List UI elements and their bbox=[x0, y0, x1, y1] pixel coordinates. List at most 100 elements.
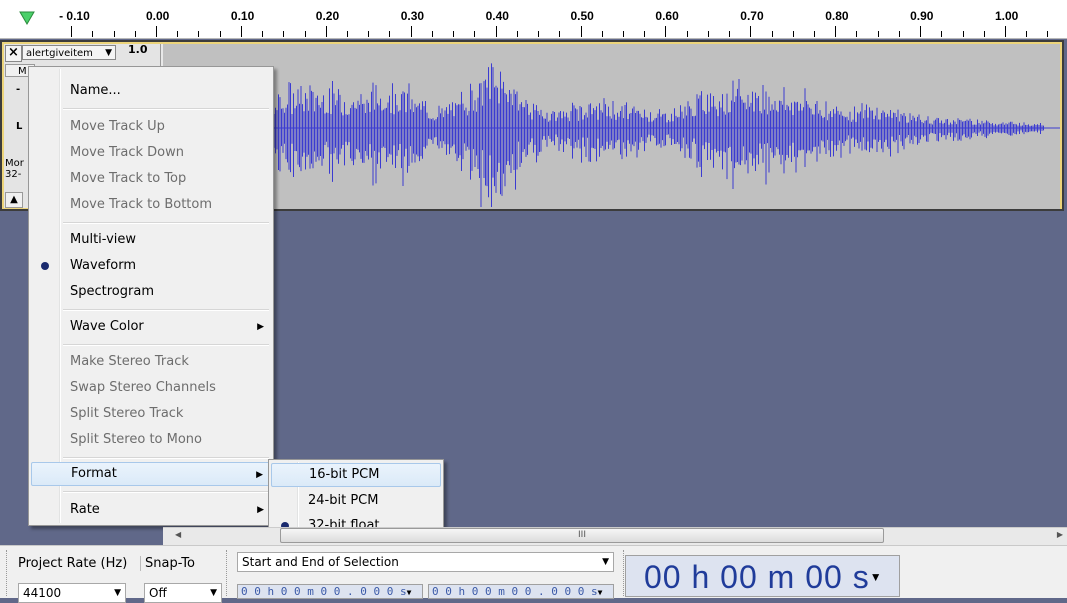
selection-start-value: 0 0 h 0 0 m 0 0 . 0 0 0 s bbox=[241, 585, 407, 598]
ruler-major-tick bbox=[920, 26, 922, 37]
track-info-line-1: Mor bbox=[5, 158, 24, 169]
pan-slider-left[interactable]: L bbox=[16, 121, 22, 132]
chevron-down-icon: ▼ bbox=[602, 557, 609, 567]
menu-item-label: Rate bbox=[70, 502, 100, 517]
project-rate-label: Project Rate (Hz) bbox=[18, 556, 128, 571]
track-name-label: alertgiveitem bbox=[26, 48, 93, 59]
ruler-minor-tick bbox=[304, 31, 306, 37]
close-track-button[interactable]: × bbox=[5, 45, 22, 62]
play-head-triangle-icon[interactable] bbox=[12, 6, 42, 30]
ruler-minor-tick bbox=[538, 31, 540, 37]
ruler-tick-label: - 0.10 bbox=[59, 9, 90, 23]
waveform-graphic bbox=[162, 63, 1060, 207]
track-info-text: Mor 32- bbox=[5, 158, 24, 180]
ruler-minor-tick bbox=[559, 31, 561, 37]
menu-item-label: Move Track Up bbox=[70, 119, 165, 134]
menu-item-split-stereo-track[interactable]: Split Stereo Track bbox=[31, 402, 272, 426]
snap-to-label: Snap-To bbox=[140, 556, 195, 571]
ruler-minor-tick bbox=[771, 31, 773, 37]
gain-slider-minus[interactable]: - bbox=[16, 84, 20, 95]
menu-item-label: Split Stereo to Mono bbox=[70, 432, 202, 447]
menu-item-waveform[interactable]: Waveform bbox=[31, 254, 272, 278]
ruler-minor-tick bbox=[813, 31, 815, 37]
menu-item-rate[interactable]: Rate ▶ bbox=[31, 498, 272, 522]
menu-item-label: Waveform bbox=[70, 258, 136, 273]
timeline-ruler[interactable]: - 0.10 0.00 0.10 0.20 0.30 0.40 0.50 0.60 0.70 0.… bbox=[0, 0, 1067, 39]
project-rate-combo[interactable]: 44100 ▼ bbox=[18, 583, 126, 603]
ruler-minor-tick bbox=[729, 31, 731, 37]
menu-item-label: Wave Color bbox=[70, 319, 144, 334]
chevron-down-icon: ▼ bbox=[105, 48, 112, 58]
menu-item-format[interactable]: Format ▶ bbox=[31, 462, 272, 486]
ruler-minor-tick bbox=[283, 31, 285, 37]
ruler-major-tick bbox=[156, 26, 157, 37]
ruler-major-tick bbox=[410, 26, 412, 37]
ruler-minor-tick bbox=[1047, 31, 1049, 37]
ruler-minor-tick bbox=[177, 31, 179, 37]
track-info-line-2: 32- bbox=[5, 169, 22, 180]
ruler-minor-tick bbox=[792, 31, 794, 37]
menu-item-16-bit-pcm[interactable]: 16-bit PCM bbox=[271, 463, 441, 487]
menu-item-spectrogram[interactable]: Spectrogram bbox=[31, 280, 272, 304]
radio-bullet-icon bbox=[41, 262, 49, 270]
ruler-minor-tick bbox=[983, 31, 985, 37]
menu-item-move-track-to-top[interactable]: Move Track to Top bbox=[31, 167, 272, 191]
submenu-arrow-icon: ▶ bbox=[256, 470, 263, 480]
ruler-minor-tick bbox=[962, 31, 964, 37]
ruler-minor-tick bbox=[113, 31, 115, 37]
ruler-minor-tick bbox=[368, 31, 370, 37]
ruler-tick-label: 0.30 bbox=[400, 9, 425, 23]
ruler-major-tick bbox=[325, 26, 327, 37]
ruler-tick-label: 0.10 bbox=[230, 9, 255, 23]
track-gain-value: 1.0 bbox=[128, 43, 148, 56]
menu-item-split-stereo-to-mono[interactable]: Split Stereo to Mono bbox=[31, 428, 272, 452]
chevron-down-icon: ▼ bbox=[114, 588, 121, 598]
collapse-track-button[interactable]: ▲ bbox=[5, 192, 23, 208]
menu-item-wave-color[interactable]: Wave Color ▶ bbox=[31, 315, 272, 339]
ruler-major-tick bbox=[1005, 26, 1006, 37]
menu-item-move-track-up[interactable]: Move Track Up bbox=[31, 115, 272, 139]
menu-item-multi-view[interactable]: Multi-view bbox=[31, 228, 272, 252]
menu-separator bbox=[63, 309, 269, 311]
ruler-major-tick bbox=[665, 26, 667, 37]
ruler-tick-label: 0.80 bbox=[825, 9, 849, 23]
menu-item-label: Swap Stereo Channels bbox=[70, 380, 216, 395]
scrollbar-thumb[interactable]: III bbox=[280, 528, 884, 543]
snap-to-combo[interactable]: Off ▼ bbox=[144, 583, 222, 603]
selection-toolbar: Project Rate (Hz) Snap-To Start and End … bbox=[0, 545, 1067, 603]
ruler-tick-label: 0.60 bbox=[655, 9, 679, 23]
ruler-minor-tick bbox=[1026, 31, 1028, 37]
ruler-minor-tick bbox=[219, 31, 221, 37]
ruler-minor-tick bbox=[898, 31, 900, 37]
ruler-tick-label: 0.00 bbox=[146, 9, 170, 23]
ruler-minor-tick bbox=[474, 31, 476, 37]
toolbar-grip[interactable] bbox=[6, 550, 11, 596]
ruler-minor-tick bbox=[347, 31, 349, 37]
scroll-right-arrow-icon[interactable]: ▶ bbox=[1057, 530, 1063, 539]
menu-item-swap-stereo-channels[interactable]: Swap Stereo Channels bbox=[31, 376, 272, 400]
ruler-minor-tick bbox=[453, 31, 455, 37]
menu-item-label: Move Track Down bbox=[70, 145, 184, 160]
menu-item-make-stereo-track[interactable]: Make Stereo Track bbox=[31, 350, 272, 374]
menu-item-24-bit-pcm[interactable]: 24-bit PCM bbox=[271, 489, 441, 513]
ruler-minor-tick bbox=[856, 31, 858, 37]
scroll-left-arrow-icon[interactable]: ◀ bbox=[175, 530, 181, 539]
track-name-menu-button[interactable]: alertgiveitem ▼ bbox=[22, 45, 116, 60]
ruler-minor-tick bbox=[877, 31, 879, 37]
ruler-tick-label: 0.20 bbox=[315, 9, 340, 23]
ruler-tick-label: 0.70 bbox=[740, 9, 764, 23]
ruler-minor-tick bbox=[601, 31, 603, 37]
ruler-minor-tick bbox=[941, 31, 943, 37]
menu-item-name[interactable]: Name... bbox=[31, 79, 272, 103]
ruler-major-tick bbox=[750, 26, 752, 37]
menu-item-move-track-down[interactable]: Move Track Down bbox=[31, 141, 272, 165]
audio-position-display[interactable]: 00 h 00 m 00 s▼ bbox=[625, 555, 900, 597]
waveform-display[interactable] bbox=[162, 44, 1060, 209]
menu-separator bbox=[63, 108, 269, 110]
track-context-menu: Name... Move Track Up Move Track Down Mo… bbox=[28, 66, 274, 526]
ruler-minor-tick bbox=[389, 31, 391, 37]
menu-item-label: 24-bit PCM bbox=[308, 493, 379, 508]
menu-item-move-track-to-bottom[interactable]: Move Track to Bottom bbox=[31, 193, 272, 217]
selection-mode-dropdown[interactable]: Start and End of Selection ▼ bbox=[237, 552, 614, 572]
ruler-major-tick bbox=[835, 26, 837, 37]
